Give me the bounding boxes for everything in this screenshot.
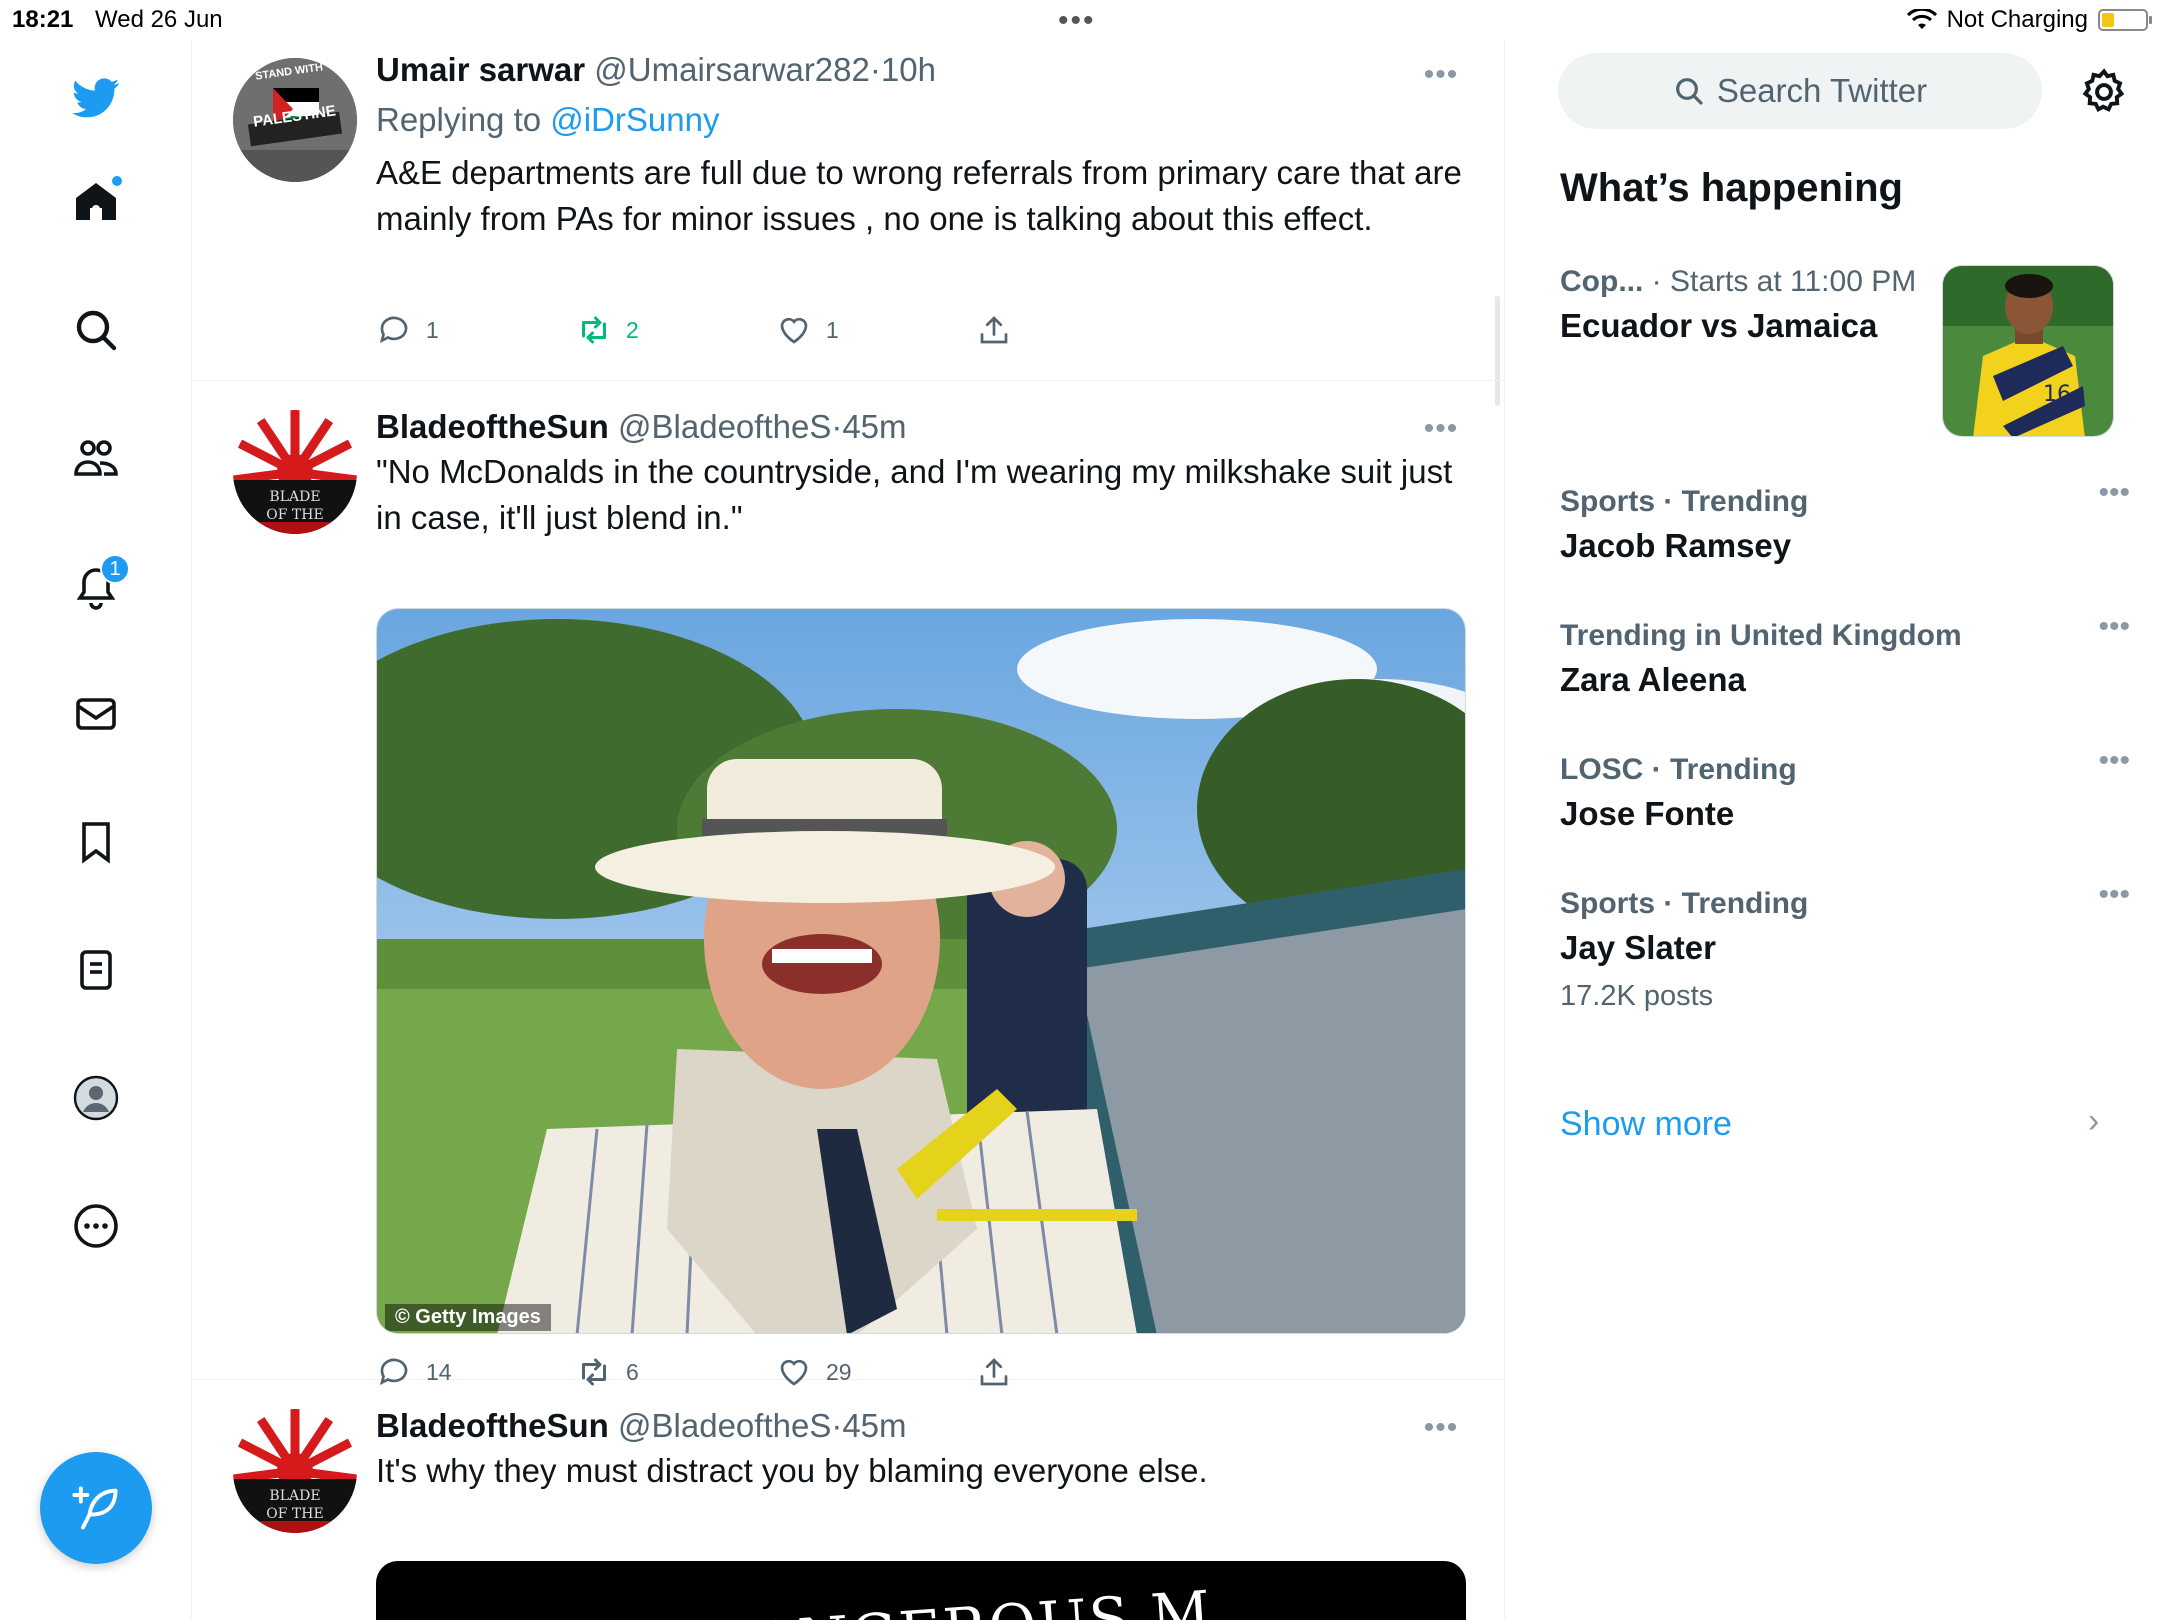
home-new-indicator [110, 174, 124, 188]
trend-image[interactable]: 16 [1942, 265, 2114, 437]
retweet-count: 2 [626, 316, 639, 343]
tweet-text: A&E departments are full due to wrong re… [376, 154, 1462, 237]
author-name[interactable]: Umair sarwar [376, 51, 585, 88]
tweet-media-image[interactable]: © Getty Images [376, 608, 1466, 1334]
search-icon [1675, 78, 1703, 105]
replying-to: Replying to @iDrSunny [376, 101, 720, 138]
trend-item[interactable]: LOSC · Trending Jose Fonte ••• [1560, 744, 2130, 836]
trend-category: Trending in United Kingdom [1560, 619, 1962, 652]
twitter-logo-icon[interactable] [66, 68, 126, 128]
tweet[interactable]: BLADE OF THE BladeoftheSun @BladeoftheS·… [193, 382, 1504, 1386]
author-name[interactable]: BladeoftheSun [376, 1407, 609, 1444]
trend-category: Sports · Trending [1560, 887, 1809, 920]
tweet-actions: 1 2 1 [376, 312, 1176, 348]
status-bar: 18:21 Wed 26 Jun ••• Not Charging [0, 0, 2160, 40]
like-count: 1 [826, 316, 839, 343]
trend-item[interactable]: Sports · Trending Jay Slater 17.2K posts… [1560, 878, 2130, 1016]
tweet-more-button[interactable]: ••• [1419, 1411, 1463, 1445]
whats-happening-title: What’s happening [1560, 166, 1903, 210]
trend-item[interactable]: Sports · Trending Jacob Ramsey ••• [1560, 476, 2130, 568]
messages-icon[interactable] [66, 684, 126, 744]
tweet-media-image[interactable]: DANGEROUS M [376, 1561, 1466, 1620]
trend-more-button[interactable]: ••• [2098, 610, 2130, 644]
author-handle[interactable]: @BladeoftheS [618, 1407, 831, 1444]
tweet-header: BladeoftheSun @BladeoftheS·45m [376, 1407, 907, 1444]
sidebar: Search Twitter What’s happening Cop... ·… [1530, 40, 2160, 1620]
tweet-content: Umair sarwar @Umairsarwar282·10h Replyin… [376, 50, 1466, 242]
timeline[interactable]: STAND WITH PALESTINE Umair sarwar @Umair… [193, 40, 1505, 1620]
author-name[interactable]: BladeoftheSun [376, 408, 609, 445]
tweet-time[interactable]: 10h [881, 51, 936, 88]
status-time: 18:21 [12, 6, 74, 33]
avatar-text: BLADE OF THE [266, 489, 324, 523]
svg-text:16: 16 [2043, 382, 2071, 407]
home-icon[interactable] [66, 172, 126, 232]
tweet-time[interactable]: 45m [842, 1407, 906, 1444]
communities-icon[interactable] [66, 428, 126, 488]
trend-more-button[interactable]: ••• [2098, 744, 2130, 778]
trend-item[interactable]: Trending in United Kingdom Zara Aleena •… [1560, 610, 2130, 702]
search-placeholder: Search Twitter [1716, 72, 1928, 109]
bookmarks-icon[interactable] [66, 812, 126, 872]
tweet-time[interactable]: 45m [842, 408, 906, 445]
avatar-text: BLADE OF THE [266, 1488, 324, 1522]
trend-title: Zara Aleena [1560, 661, 1746, 698]
notifications-icon[interactable]: 1 [66, 554, 130, 616]
reply-button[interactable]: 1 [376, 312, 576, 348]
tweet-content: BladeoftheSun @BladeoftheS·45m "No McDon… [376, 407, 1466, 541]
reply-count: 1 [426, 316, 439, 343]
tweet[interactable]: BLADE OF THE BladeoftheSun @BladeoftheS·… [193, 1381, 1504, 1620]
nav-rail: 1 [0, 40, 192, 1620]
tweet-text: "No McDonalds in the countryside, and I'… [376, 453, 1453, 536]
retweet-icon [582, 316, 606, 344]
tweet-text: It's why they must distract you by blami… [376, 1452, 1208, 1489]
tweet[interactable]: STAND WITH PALESTINE Umair sarwar @Umair… [193, 40, 1504, 381]
charging-status: Not Charging [1946, 6, 2088, 33]
trend-more-button[interactable]: ••• [2098, 476, 2130, 510]
trend-post-count: 17.2K posts [1560, 980, 1714, 1012]
status-right: Not Charging [1906, 6, 2152, 34]
chevron-right-icon: › [2088, 1102, 2100, 1140]
status-date: Wed 26 Jun [95, 6, 223, 33]
trend-category: Sports · Trending [1560, 485, 1809, 518]
tweet-header: Umair sarwar @Umairsarwar282·10h [376, 51, 936, 88]
trend-category: LOSC · Trending [1560, 753, 1797, 786]
share-button[interactable] [976, 312, 1176, 348]
tweet-content: BladeoftheSun @BladeoftheS·45m It's why … [376, 1406, 1466, 1494]
profile-avatar-icon[interactable] [66, 1068, 126, 1128]
trend-title: Jacob Ramsey [1560, 527, 1792, 564]
show-more-link[interactable]: Show more [1560, 1105, 1732, 1144]
settings-gear-icon[interactable] [2078, 66, 2130, 118]
tweet-more-button[interactable]: ••• [1419, 412, 1463, 446]
explore-search-icon[interactable] [66, 300, 126, 360]
avatar[interactable]: STAND WITH PALESTINE [233, 58, 357, 182]
like-button[interactable]: 1 [776, 312, 976, 348]
compose-quill-icon [72, 1486, 118, 1530]
trend-title: Jay Slater [1560, 929, 1716, 966]
media-credit: © Getty Images [385, 1304, 551, 1331]
reply-icon [379, 316, 408, 344]
battery-icon [2098, 9, 2152, 31]
heart-icon [780, 317, 808, 344]
tweet-more-button[interactable]: ••• [1419, 58, 1463, 92]
share-icon [980, 316, 1008, 344]
lists-icon[interactable] [66, 940, 126, 1000]
search-input[interactable]: Search Twitter [1558, 53, 2042, 129]
media-text: DANGEROUS M [704, 1578, 1215, 1620]
notifications-badge: 1 [100, 554, 130, 584]
compose-tweet-button[interactable] [40, 1452, 152, 1564]
multitasking-dots[interactable]: ••• [1058, 4, 1096, 38]
wifi-icon [1906, 9, 1937, 29]
replying-to-link[interactable]: @iDrSunny [550, 101, 719, 138]
avatar[interactable]: BLADE OF THE [233, 1409, 357, 1533]
more-options-icon[interactable] [66, 1196, 126, 1256]
author-handle[interactable]: @Umairsarwar282 [594, 51, 870, 88]
tweet-header: BladeoftheSun @BladeoftheS·45m [376, 408, 907, 445]
trend-more-button[interactable]: ••• [2098, 878, 2130, 912]
retweet-button[interactable]: 2 [576, 312, 776, 348]
avatar[interactable]: BLADE OF THE [233, 410, 357, 534]
author-handle[interactable]: @BladeoftheS [618, 408, 831, 445]
trend-title: Jose Fonte [1560, 795, 1735, 832]
